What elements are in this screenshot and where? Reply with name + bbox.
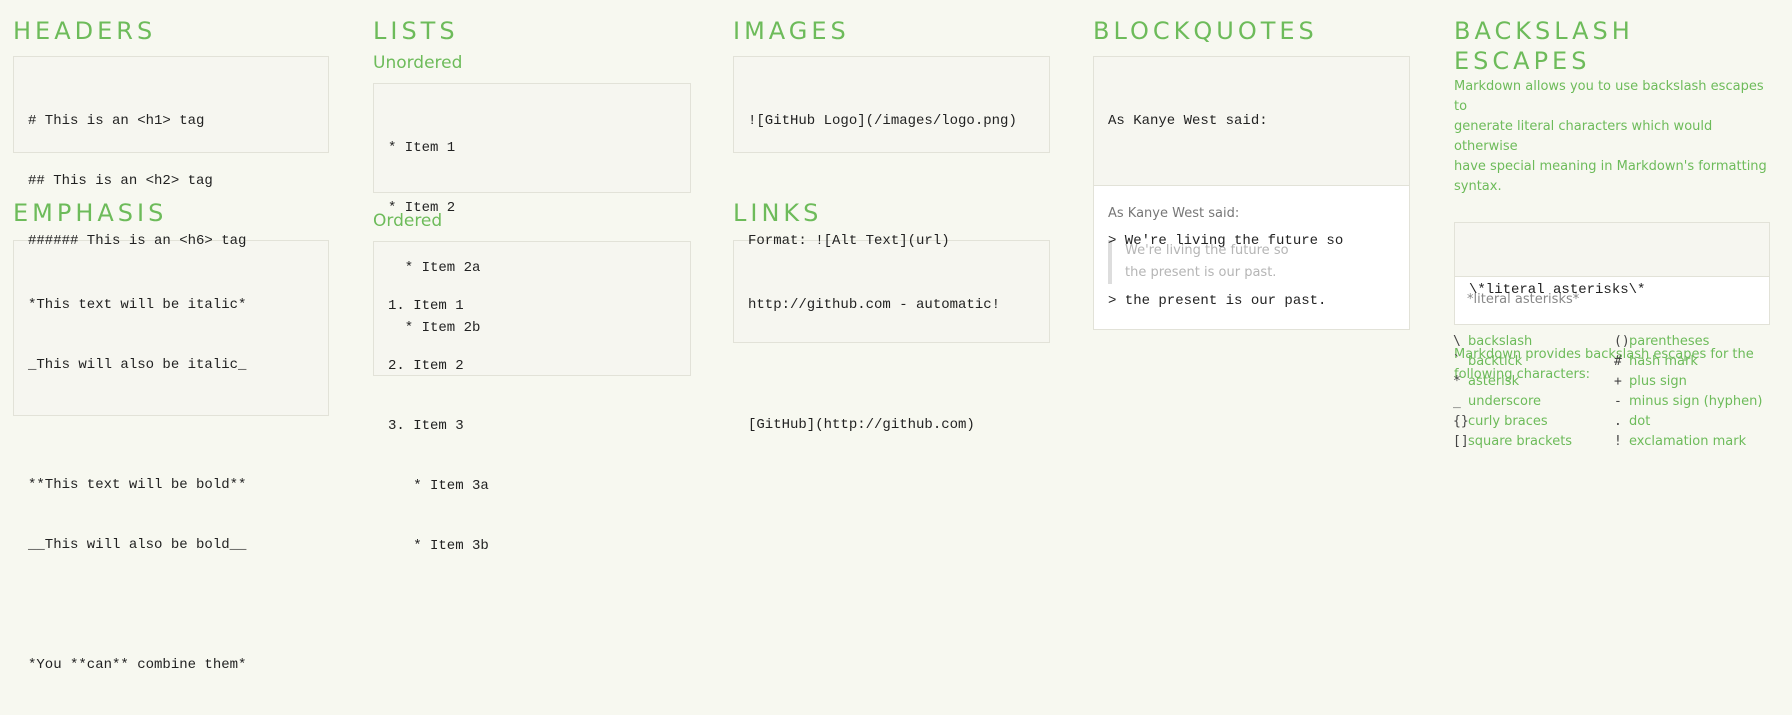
- escape-char: -: [1614, 394, 1622, 409]
- rendered-intro: As Kanye West said:: [1108, 206, 1240, 221]
- escapes-column: BACKSLASH ESCAPES Markdown allows you to…: [1454, 0, 1770, 385]
- escape-item: ()parentheses: [1614, 332, 1762, 352]
- code-line: 2. Item 2: [388, 358, 464, 374]
- escapes-code-block: \*literal asterisks\*: [1454, 222, 1770, 298]
- unordered-code-block: * Item 1 * Item 2 * Item 2a * Item 2b: [373, 83, 691, 336]
- code-line: _This will also be italic_: [28, 357, 247, 373]
- blockquotes-code-block: As Kanye West said: > We're living the f…: [1093, 56, 1410, 309]
- emphasis-title: EMPHASIS: [13, 199, 168, 227]
- links-title: LINKS: [733, 199, 823, 227]
- blockquotes-title: BLOCKQUOTES: [1093, 17, 1318, 45]
- description-line: generate literal characters which would …: [1454, 119, 1713, 154]
- escape-name: curly braces: [1468, 414, 1548, 429]
- escape-name: hash mark: [1629, 354, 1698, 369]
- escape-item: + plus sign: [1614, 372, 1762, 392]
- escape-name: plus sign: [1629, 374, 1687, 389]
- escape-item: \ backslash: [1453, 332, 1572, 352]
- escape-item: * asterisk: [1453, 372, 1572, 392]
- escape-item: ! exclamation mark: [1614, 432, 1762, 452]
- escape-name: parentheses: [1629, 334, 1710, 349]
- escape-char: *: [1453, 374, 1461, 389]
- quote-line: We're living the future so: [1125, 243, 1289, 258]
- escape-char: +: [1614, 374, 1622, 389]
- code-line: *This text will be italic*: [28, 297, 247, 313]
- description-line: Markdown allows you to use backslash esc…: [1454, 79, 1764, 114]
- lists-title: LISTS: [373, 17, 459, 45]
- quote-line: the present is our past.: [1125, 265, 1277, 280]
- description-line: have special meaning in Markdown's forma…: [1454, 159, 1767, 174]
- link-line-markdown[interactable]: [GitHub](http://github.com): [748, 415, 1035, 435]
- escape-char: _: [1453, 394, 1461, 409]
- code-line: **This text will be bold**: [28, 477, 247, 493]
- escape-name: underscore: [1468, 394, 1542, 409]
- escape-name: asterisk: [1468, 374, 1520, 389]
- code-line: *You **can** combine them*: [28, 657, 247, 673]
- blockquotes-column: BLOCKQUOTES As Kanye West said: > We're …: [1093, 0, 1410, 330]
- escape-char: !: [1614, 434, 1622, 449]
- escape-name: square brackets: [1468, 434, 1573, 449]
- escape-item: {}curly braces: [1453, 412, 1572, 432]
- images-code-block: ![GitHub Logo](/images/logo.png) Format:…: [733, 56, 1050, 249]
- escape-item: []square brackets: [1453, 432, 1572, 452]
- escape-item: # hash mark: [1614, 352, 1762, 372]
- escape-char: {}: [1453, 414, 1469, 429]
- code-line: __This will also be bold__: [28, 537, 247, 553]
- escape-list-right: ()parentheses # hash mark + plus sign - min…: [1614, 332, 1762, 452]
- escape-name: dot: [1629, 414, 1651, 429]
- images-title: IMAGES: [733, 17, 850, 45]
- code-line: * Item 3b: [388, 538, 489, 554]
- images-column: IMAGES ![GitHub Logo](/images/logo.png) …: [733, 0, 1050, 433]
- ordered-title: Ordered: [373, 211, 443, 231]
- links-code-block: http://github.com - automatic! [GitHub](…: [733, 240, 1050, 433]
- code-line: # This is an <h1> tag: [28, 113, 205, 129]
- description-line: syntax.: [1454, 179, 1502, 194]
- escape-char: \: [1453, 334, 1461, 349]
- escape-name: minus sign (hyphen): [1629, 394, 1763, 409]
- emphasis-code-block: *This text will be italic* _This will al…: [13, 240, 329, 673]
- code-line: 1. Item 1: [388, 298, 464, 314]
- escape-item: ` backtick: [1453, 352, 1572, 372]
- escape-char: (): [1614, 334, 1630, 349]
- escape-char: #: [1614, 354, 1622, 369]
- escape-name: backslash: [1468, 334, 1533, 349]
- code-line: 3. Item 3: [388, 418, 464, 434]
- rendered-blockquote: We're living the future so the present i…: [1108, 240, 1395, 284]
- escape-char: .: [1614, 414, 1622, 429]
- escape-name: exclamation mark: [1629, 434, 1747, 449]
- escape-list-left: \ backslash ` backtick * asterisk _ undersco…: [1453, 332, 1572, 452]
- escapes-title: BACKSLASH ESCAPES: [1454, 17, 1634, 75]
- link-line-auto[interactable]: http://github.com - automatic!: [748, 295, 1035, 315]
- code-line: As Kanye West said:: [1108, 113, 1268, 129]
- lists-column: LISTS Unordered * Item 1 * Item 2 * Item…: [373, 0, 691, 554]
- code-line: ## This is an <h2> tag: [28, 173, 213, 189]
- headers-column: HEADERS # This is an <h1> tag ## This is…: [13, 0, 329, 673]
- code-line: * Item 1: [388, 140, 456, 156]
- headers-title: HEADERS: [13, 17, 157, 45]
- escape-item: . dot: [1614, 412, 1762, 432]
- escape-name: backtick: [1468, 354, 1523, 369]
- escapes-description: Markdown allows you to use backslash esc…: [1454, 77, 1770, 197]
- unordered-title: Unordered: [373, 53, 463, 73]
- escape-item: _ underscore: [1453, 392, 1572, 412]
- escape-char: []: [1453, 434, 1469, 449]
- code-line: ![GitHub Logo](/images/logo.png): [748, 113, 1017, 129]
- escape-char: `: [1453, 354, 1461, 369]
- escape-item: - minus sign (hyphen): [1614, 392, 1762, 412]
- headers-code-block: # This is an <h1> tag ## This is an <h2>…: [13, 56, 329, 249]
- code-line: * Item 3a: [388, 478, 489, 494]
